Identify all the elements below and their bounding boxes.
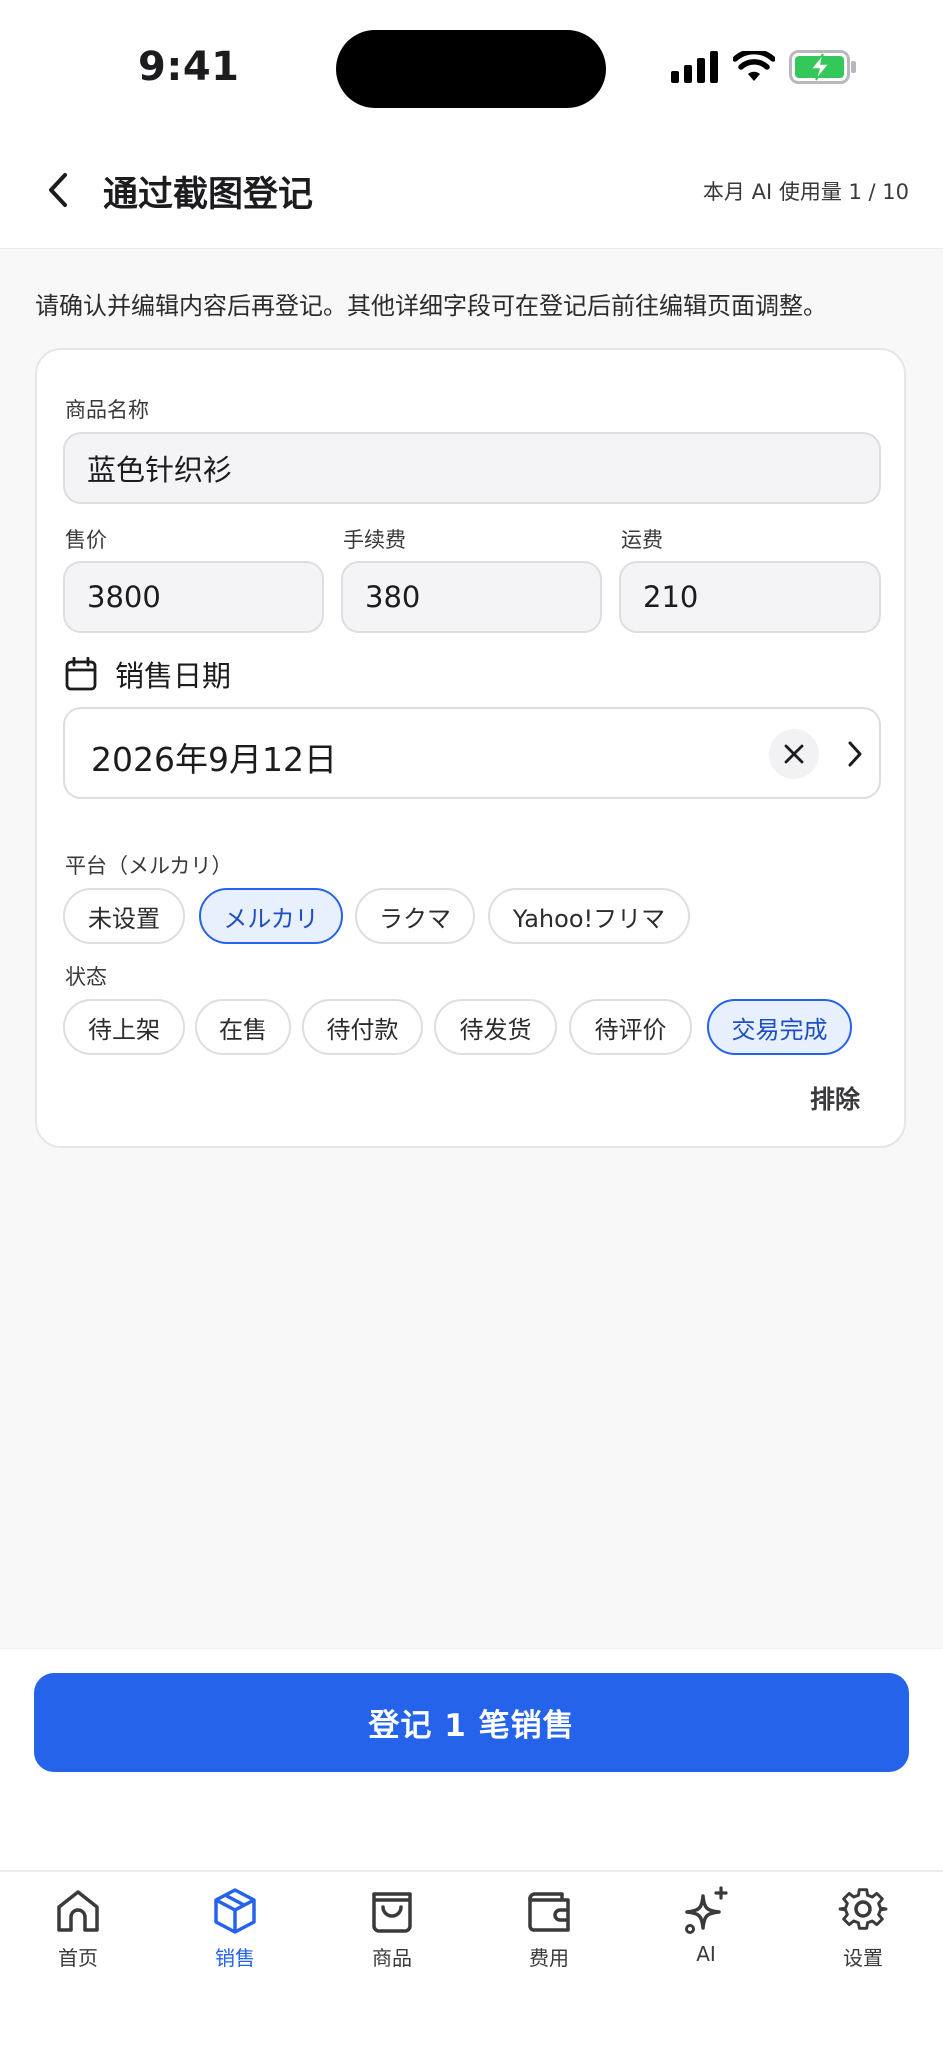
tab-sales-label: 销售 <box>215 1946 255 1970</box>
register-sale-button[interactable]: 登记 1 笔销售 <box>34 1673 909 1772</box>
sale-date-value: 2026年9月12日 <box>91 740 337 779</box>
status-chip-awaiting-review[interactable]: 待评价 <box>569 999 692 1055</box>
price-label: 售价 <box>65 528 107 552</box>
platform-chip-rakuma[interactable]: ラクマ <box>355 888 475 944</box>
home-icon <box>57 1890 99 1932</box>
ai-usage-counter: 本月 AI 使用量 1 / 10 <box>702 180 909 204</box>
open-date-picker-button[interactable] <box>833 732 877 776</box>
tab-settings-label: 设置 <box>843 1946 883 1970</box>
tab-home[interactable]: 首页 <box>18 1886 138 1996</box>
instruction-text: 请确认并编辑内容后再登记。其他详细字段可在登记后前往编辑页面调整。 <box>35 292 827 320</box>
sale-date-field[interactable]: 2026年9月12日 <box>63 707 881 799</box>
calendar-icon <box>65 657 97 691</box>
close-icon <box>784 744 804 764</box>
tab-home-label: 首页 <box>58 1946 98 1970</box>
status-chip-awaiting-payment[interactable]: 待付款 <box>302 999 423 1055</box>
page-title: 通过截图登记 <box>103 175 314 215</box>
platform-chip-unset[interactable]: 未设置 <box>63 888 185 944</box>
status-bar: 9:41 <box>0 0 943 140</box>
status-icons <box>671 50 857 84</box>
sale-date-heading: 销售日期 <box>65 653 231 695</box>
chevron-left-icon <box>49 173 67 207</box>
wallet-icon <box>528 1892 570 1932</box>
chevron-right-icon <box>848 741 862 767</box>
wifi-icon <box>733 51 775 81</box>
status-time: 9:41 <box>138 44 240 90</box>
exclude-button[interactable]: 排除 <box>810 1080 860 1116</box>
platform-chip-yahoo-fleamarket[interactable]: Yahoo!フリマ <box>488 888 690 944</box>
tab-bar: 首页 销售 商品 费用 AI 设置 <box>0 1870 943 2051</box>
fee-label: 手续费 <box>343 528 406 552</box>
status-chip-completed[interactable]: 交易完成 <box>707 999 852 1055</box>
shopping-bag-icon <box>372 1892 412 1933</box>
battery-charging-icon <box>789 50 856 84</box>
tab-products[interactable]: 商品 <box>332 1886 452 1996</box>
status-chip-on-sale[interactable]: 在售 <box>195 999 291 1055</box>
sparkles-icon <box>685 1886 728 1934</box>
cellular-signal-icon <box>671 51 718 83</box>
tab-products-label: 商品 <box>372 1946 412 1970</box>
tab-expenses[interactable]: 费用 <box>489 1886 609 1996</box>
dynamic-island <box>336 30 606 108</box>
sale-date-label: 销售日期 <box>115 659 232 693</box>
status-label: 状态 <box>65 965 107 989</box>
platform-chip-mercari[interactable]: メルカリ <box>199 888 343 944</box>
tab-expenses-label: 费用 <box>529 1946 569 1970</box>
status-chip-awaiting-shipment[interactable]: 待发货 <box>434 999 557 1055</box>
tab-sales[interactable]: 销售 <box>175 1886 295 1996</box>
tab-ai[interactable]: AI <box>646 1886 766 1996</box>
sale-form-card: 商品名称 蓝色针织衫 售价 3800 手续费 380 运费 210 销售日期 2… <box>35 348 906 1148</box>
fee-input[interactable]: 380 <box>341 561 602 633</box>
product-name-input[interactable]: 蓝色针织衫 <box>63 432 881 504</box>
tab-ai-label: AI <box>696 1942 716 1966</box>
tab-settings[interactable]: 设置 <box>803 1886 923 1996</box>
box-icon <box>214 1888 256 1934</box>
status-chip-to-list[interactable]: 待上架 <box>63 999 185 1055</box>
clear-date-button[interactable] <box>769 729 819 779</box>
product-name-label: 商品名称 <box>65 398 149 422</box>
back-button[interactable] <box>36 168 80 212</box>
shipping-input[interactable]: 210 <box>619 561 881 633</box>
shipping-label: 运费 <box>621 528 663 552</box>
price-input[interactable]: 3800 <box>63 561 324 633</box>
nav-header: 通过截图登记 本月 AI 使用量 1 / 10 <box>0 140 943 249</box>
gear-icon <box>838 1888 888 1930</box>
platform-label: 平台（メルカリ） <box>65 854 233 878</box>
